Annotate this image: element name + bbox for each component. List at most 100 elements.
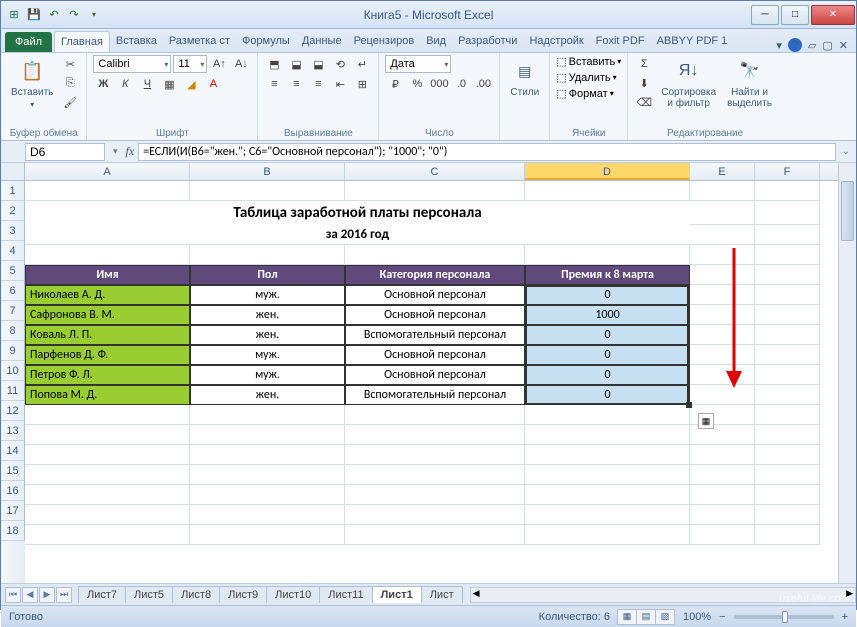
page-break-icon[interactable]: ▧ [655,609,675,625]
row-header-3[interactable]: 3 [1,221,25,241]
number-format-combo[interactable]: Дата [385,55,451,73]
font-name-combo[interactable]: Calibri [93,55,171,73]
sheet-tab-Лист11[interactable]: Лист11 [319,586,372,603]
normal-view-icon[interactable]: ▦ [617,609,637,625]
tab-главная[interactable]: Главная [54,31,110,52]
cell[interactable] [755,525,820,545]
cell[interactable] [190,405,345,425]
tab-рецензиров[interactable]: Рецензиров [348,31,421,52]
cell[interactable] [755,181,820,201]
font-color-icon[interactable]: A [203,75,223,93]
cell[interactable]: 0 [525,385,690,405]
redo-icon[interactable]: ↷ [65,6,83,24]
cell[interactable]: Пол [190,265,345,285]
cell[interactable] [345,405,525,425]
cell[interactable]: Николаев А. Д. [25,285,190,305]
cell[interactable]: муж. [190,365,345,385]
name-box[interactable]: D6 [25,143,105,161]
maximize-button[interactable]: □ [781,5,809,25]
row-header-13[interactable]: 13 [1,421,25,441]
tab-разработчи[interactable]: Разработчи [452,31,523,52]
next-sheet-icon[interactable]: ▶ [39,587,55,603]
align-left-icon[interactable]: ≡ [264,75,284,93]
copy-icon[interactable]: ⎘ [60,74,80,92]
clear-icon[interactable]: ⌫ [634,93,654,111]
cell[interactable] [190,485,345,505]
zoom-out-icon[interactable]: − [719,611,725,623]
column-header-D[interactable]: D [525,163,690,180]
cell[interactable] [25,405,190,425]
cell[interactable] [525,525,690,545]
cell[interactable] [345,465,525,485]
cell[interactable] [690,181,755,201]
underline-button[interactable]: Ч [137,75,157,93]
cell[interactable] [25,445,190,465]
cell[interactable] [755,305,820,325]
cell[interactable] [25,181,190,201]
cell[interactable] [690,225,755,245]
close-workbook-icon[interactable]: ✕ [839,39,848,52]
cell[interactable] [755,325,820,345]
cell[interactable] [345,525,525,545]
sheet-tab-Лист10[interactable]: Лист10 [266,586,320,603]
increase-font-icon[interactable]: A↑ [209,55,229,73]
cell[interactable] [345,245,525,265]
cell[interactable]: жен. [190,305,345,325]
cell[interactable]: Основной персонал [345,345,525,365]
cell[interactable] [755,425,820,445]
cell[interactable] [345,485,525,505]
border-icon[interactable]: ▦ [159,75,179,93]
prev-sheet-icon[interactable]: ◀ [22,587,38,603]
column-header-B[interactable]: B [190,163,345,180]
tab-foxit pdf[interactable]: Foxit PDF [590,31,651,52]
row-header-18[interactable]: 18 [1,521,25,541]
grid[interactable]: Таблица заработной платы персоналаза 201… [25,181,838,583]
restore-window-icon[interactable]: ▢ [822,39,832,52]
autosum-icon[interactable]: Σ [634,55,654,73]
row-header-10[interactable]: 10 [1,361,25,381]
undo-icon[interactable]: ↶ [45,6,63,24]
cell[interactable]: 0 [525,325,690,345]
column-header-F[interactable]: F [755,163,820,180]
currency-icon[interactable]: ₽ [385,75,405,93]
cell[interactable]: жен. [190,385,345,405]
percent-icon[interactable]: % [407,75,427,93]
cell[interactable] [190,505,345,525]
cell[interactable] [190,181,345,201]
tab-вид[interactable]: Вид [420,31,452,52]
cell[interactable]: Премия к 8 марта [525,265,690,285]
expand-formula-icon[interactable]: ⌄ [836,146,856,157]
increase-decimal-icon[interactable]: .0 [451,75,471,93]
align-middle-icon[interactable]: ⬓ [286,55,306,73]
cell[interactable]: муж. [190,345,345,365]
align-center-icon[interactable]: ≡ [286,75,306,93]
styles-button[interactable]: ▤ Стили [506,55,543,100]
decrease-font-icon[interactable]: A↓ [231,55,251,73]
row-header-14[interactable]: 14 [1,441,25,461]
cell[interactable] [525,181,690,201]
font-size-combo[interactable]: 11 [173,55,207,73]
decrease-decimal-icon[interactable]: .00 [473,75,493,93]
cell[interactable] [755,465,820,485]
row-header-6[interactable]: 6 [1,281,25,301]
cell[interactable]: Коваль Л. П. [25,325,190,345]
cell[interactable]: Категория персонала [345,265,525,285]
cell[interactable]: Вспомогательный персонал [345,325,525,345]
cell[interactable] [345,425,525,445]
cell[interactable] [190,465,345,485]
minimize-ribbon-icon[interactable]: ▱ [808,39,816,52]
cell[interactable] [755,485,820,505]
dropdown-icon[interactable]: ▾ [85,6,103,24]
cell[interactable] [25,245,190,265]
row-header-8[interactable]: 8 [1,321,25,341]
cell[interactable] [25,505,190,525]
cell[interactable] [690,445,755,465]
cell[interactable] [755,445,820,465]
cell[interactable] [690,201,755,225]
row-header-16[interactable]: 16 [1,481,25,501]
cell[interactable]: Основной персонал [345,365,525,385]
cell[interactable] [525,425,690,445]
format-cells-button[interactable]: ⬚ Формат ▾ [556,87,621,100]
align-top-icon[interactable]: ⬒ [264,55,284,73]
row-header-17[interactable]: 17 [1,501,25,521]
